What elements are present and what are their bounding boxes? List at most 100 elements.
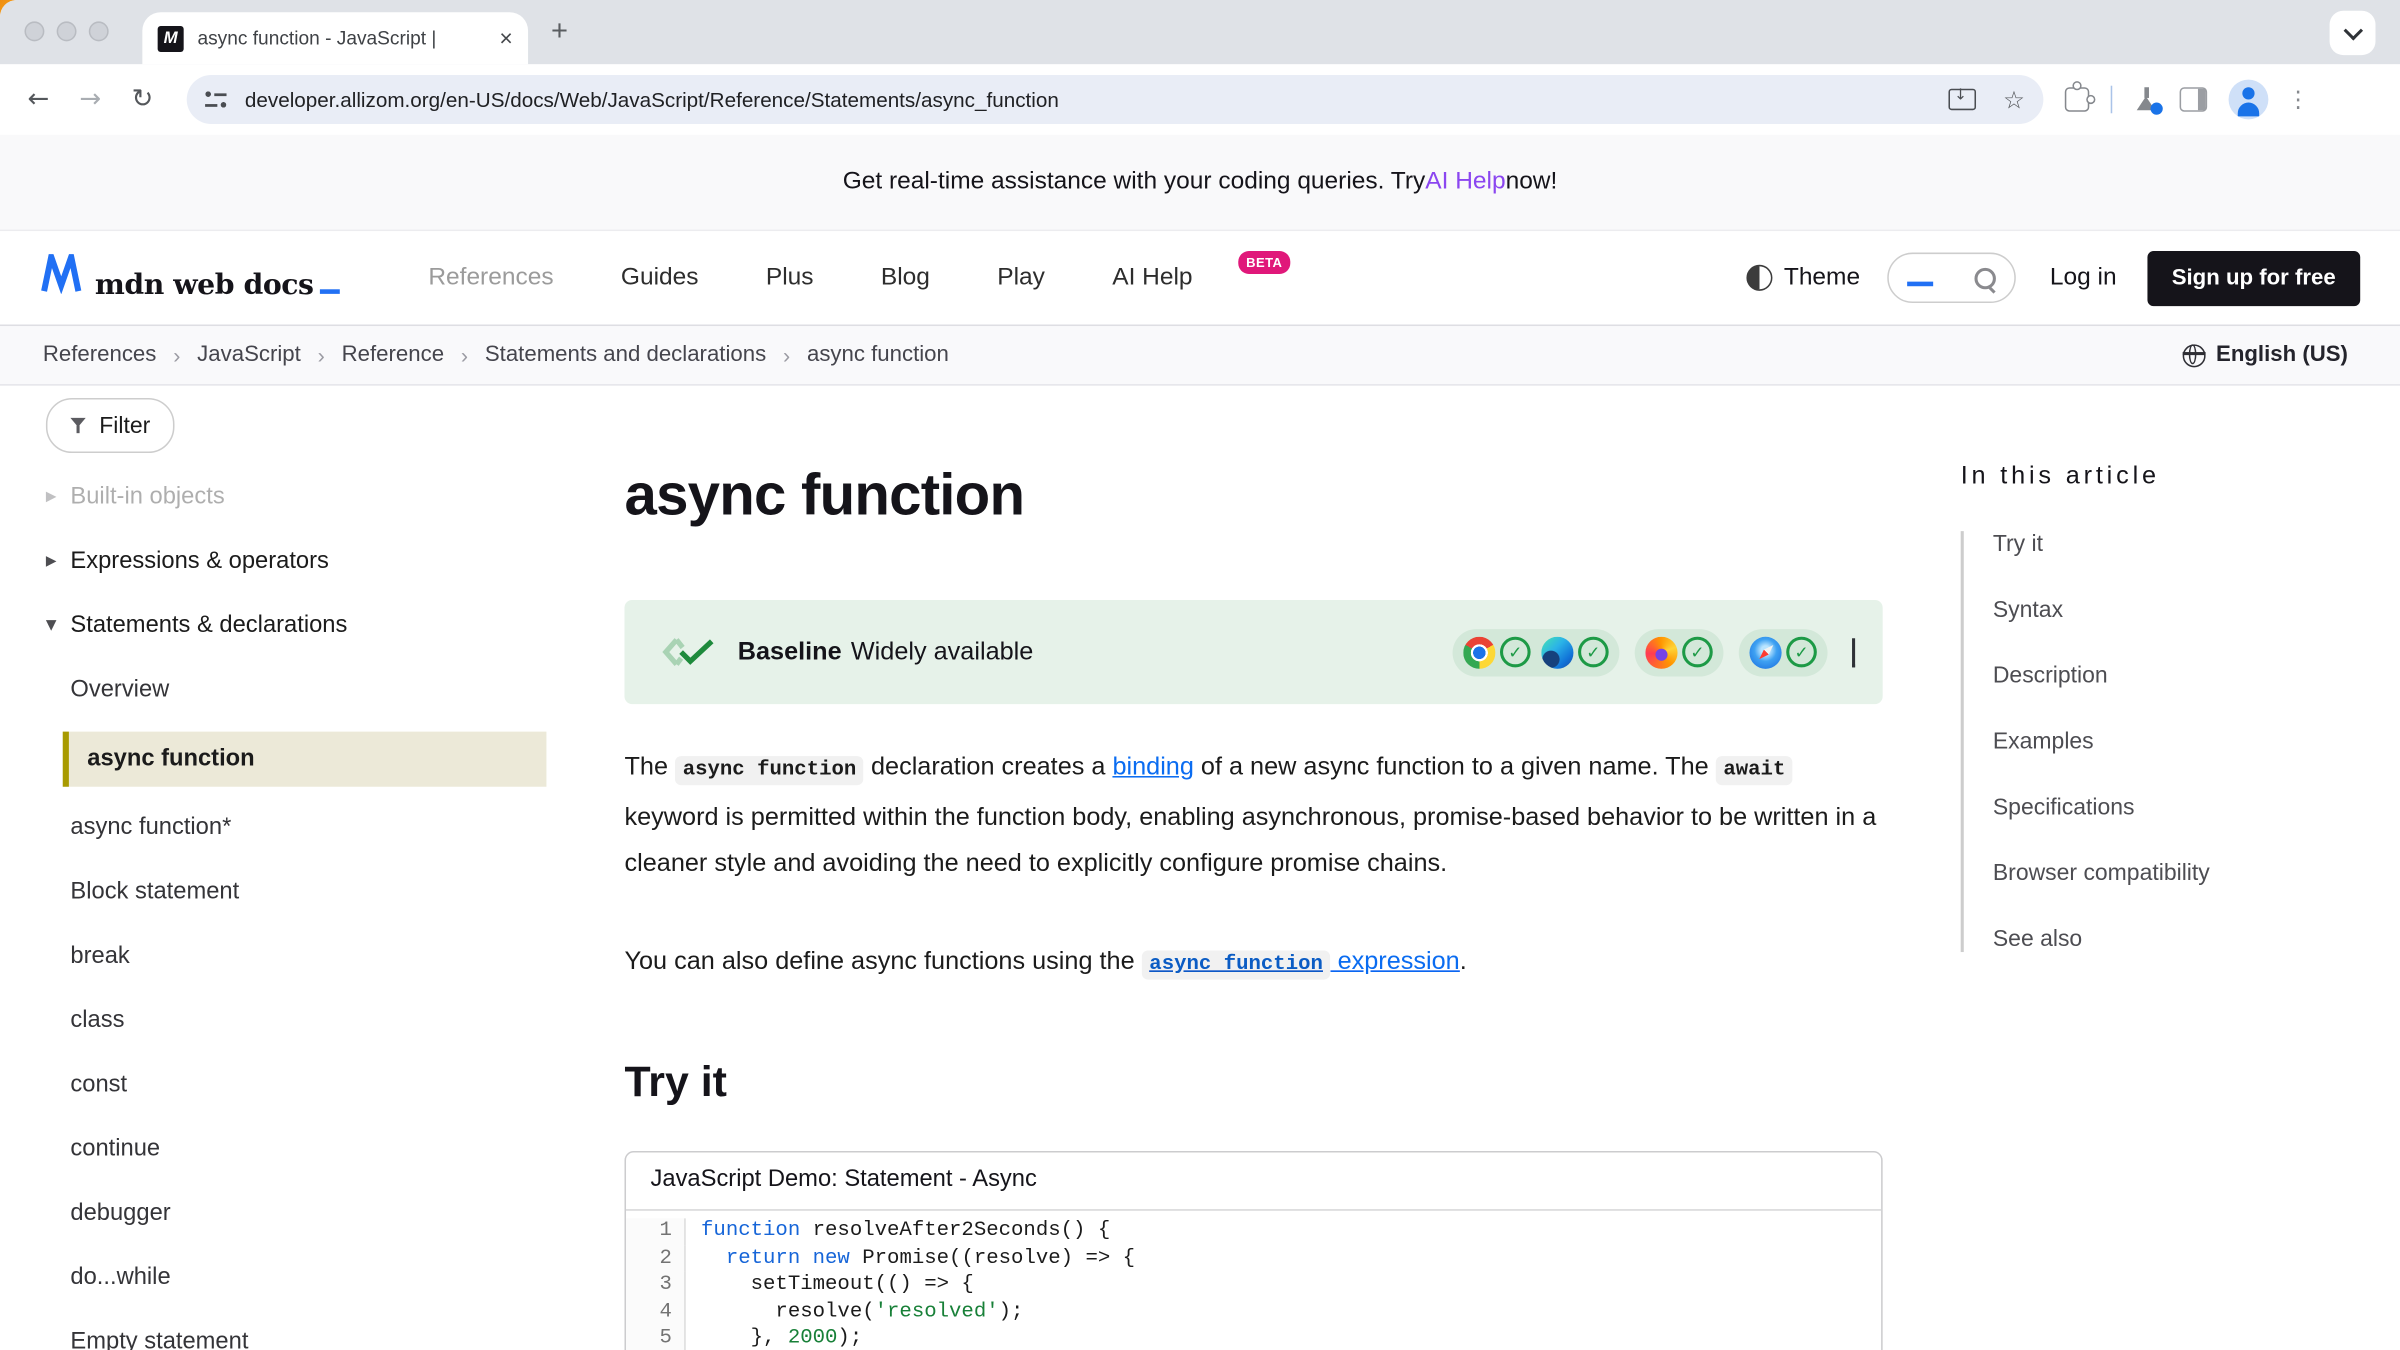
maximize-window-icon[interactable] — [89, 21, 109, 41]
toc-link[interactable]: Description — [1993, 663, 2374, 689]
sidebar-item[interactable]: Block statement — [46, 860, 547, 924]
tab-search-button[interactable] — [2330, 11, 2376, 55]
demo-code[interactable]: 1function resolveAfter2Seconds() {2 retu… — [626, 1211, 1881, 1350]
crumb-references[interactable]: References — [43, 343, 157, 367]
doc-sidebar: Filter ▶ Built-in objects ▶ Expressions … — [46, 398, 547, 1350]
mdn-logo[interactable]: mdn web docs — [40, 254, 340, 301]
sidebar-item[interactable]: continue — [46, 1117, 547, 1181]
disclosure-arrow-icon: ▶ — [46, 554, 70, 569]
site-settings-icon[interactable] — [205, 89, 226, 110]
supported-check-icon: ✓ — [1500, 637, 1531, 668]
address-bar[interactable]: developer.allizom.org/en-US/docs/Web/Jav… — [187, 75, 2044, 124]
baseline-status: BaselineWidely available — [738, 637, 1034, 666]
language-switcher[interactable]: English (US) — [2182, 343, 2348, 367]
code-line: 2 return new Promise((resolve) => { — [626, 1245, 1881, 1272]
intro-paragraph: The async function declaration creates a… — [624, 744, 1882, 886]
line-number: 4 — [626, 1299, 686, 1326]
toc-list: Try it Syntax Description Examples Speci… — [1961, 531, 2374, 952]
reload-icon[interactable]: ↻ — [116, 84, 168, 115]
crumb-reference[interactable]: Reference — [342, 343, 444, 367]
toc-link[interactable]: Browser compatibility — [1993, 860, 2374, 886]
sidebar-item[interactable]: ▶ Expressions & operators — [46, 530, 547, 594]
url-text[interactable]: developer.allizom.org/en-US/docs/Web/Jav… — [245, 88, 1948, 111]
sidebar-item[interactable]: async function — [63, 732, 547, 787]
async-function-expression-link[interactable]: async function expression — [1142, 947, 1460, 975]
firefox-support-pill: ✓ — [1635, 628, 1724, 675]
browser-menu-icon[interactable]: ⋮ — [2287, 86, 2310, 114]
code-line: 5 }, 2000); — [626, 1326, 1881, 1350]
close-tab-icon[interactable]: × — [499, 25, 512, 51]
theme-button[interactable]: Theme — [1747, 264, 1860, 292]
forward-icon[interactable]: → — [64, 84, 116, 115]
baseline-icon — [661, 635, 716, 669]
notification-dot — [2151, 103, 2163, 115]
breadcrumb-separator-icon: › — [783, 343, 790, 367]
breadcrumb: References› JavaScript› Reference› State… — [43, 343, 949, 367]
install-app-icon[interactable] — [1948, 89, 1976, 110]
toc-link[interactable]: Specifications — [1993, 794, 2374, 820]
binding-link[interactable]: binding — [1112, 753, 1193, 781]
toc-link[interactable]: Syntax — [1993, 597, 2374, 623]
profile-avatar[interactable] — [2229, 80, 2269, 120]
bookmark-star-icon[interactable]: ☆ — [2003, 85, 2025, 114]
nav-play[interactable]: Play — [997, 264, 1045, 292]
extensions-puzzle-icon[interactable] — [2065, 87, 2089, 111]
new-tab-icon[interactable]: + — [551, 12, 568, 52]
experiments-flask-icon[interactable] — [2134, 87, 2158, 111]
crumb-statements[interactable]: Statements and declarations — [485, 343, 766, 367]
crumb-javascript[interactable]: JavaScript — [197, 343, 301, 367]
signup-button[interactable]: Sign up for free — [2147, 250, 2360, 305]
browser-tab[interactable]: M async function - JavaScript | × — [142, 12, 528, 64]
baseline-banner: BaselineWidely available ✓ ✓ ✓ ✓ — [624, 600, 1882, 704]
chevron-down-icon — [2343, 21, 2362, 40]
sidebar-item[interactable]: do...while — [46, 1246, 547, 1310]
second-paragraph: You can also define async functions usin… — [624, 938, 1882, 989]
code-line: 3 setTimeout(() => { — [626, 1272, 1881, 1299]
sidebar-item[interactable]: async function* — [46, 796, 547, 860]
safari-support: ✓ — [1749, 636, 1816, 668]
nav-ai-help[interactable]: AI HelpBETA — [1112, 264, 1244, 292]
toc-link[interactable]: See also — [1993, 926, 2374, 952]
toc-link[interactable]: Try it — [1993, 531, 2374, 557]
sidebar-item[interactable]: break — [46, 924, 547, 988]
firefox-icon — [1645, 636, 1677, 668]
sidebar-item[interactable]: Empty statement — [46, 1310, 547, 1350]
nav-guides[interactable]: Guides — [621, 264, 699, 292]
inline-code: async function — [675, 756, 864, 785]
page-title: async function — [624, 462, 1882, 529]
tab-title: async function - JavaScript | — [197, 28, 490, 49]
beta-badge: BETA — [1238, 251, 1290, 274]
mdn-underscore-icon — [320, 289, 340, 294]
sidebar-item[interactable]: ▼ Statements & declarations — [46, 594, 547, 658]
close-window-icon[interactable] — [24, 21, 44, 41]
sidebar-item[interactable]: Overview — [46, 658, 547, 722]
site-header: mdn web docs References Guides Plus Blog… — [0, 231, 2400, 324]
inline-code: await — [1716, 756, 1793, 785]
toolbar-divider — [2111, 86, 2113, 114]
search-input[interactable] — [1888, 253, 2017, 304]
nav-plus[interactable]: Plus — [766, 264, 814, 292]
sidebar-item[interactable]: class — [46, 989, 547, 1053]
text-caret — [1908, 281, 1934, 286]
edge-support: ✓ — [1541, 636, 1608, 668]
back-icon[interactable]: ← — [12, 84, 64, 115]
page-content: Filter ▶ Built-in objects ▶ Expressions … — [0, 386, 2400, 1350]
sidebar-item[interactable]: debugger — [46, 1182, 547, 1246]
safari-support-pill: ✓ — [1739, 628, 1828, 675]
login-link[interactable]: Log in — [2050, 264, 2117, 292]
toc-link[interactable]: Examples — [1993, 729, 2374, 755]
nav-references[interactable]: References — [428, 264, 553, 292]
breadcrumb-separator-icon: › — [173, 343, 180, 367]
side-panel-icon[interactable] — [2180, 87, 2208, 111]
disclosure-arrow-icon: ▼ — [46, 618, 70, 633]
nav-blog[interactable]: Blog — [881, 264, 930, 292]
search-icon — [1975, 267, 1996, 288]
ai-help-link[interactable]: AI Help — [1425, 168, 1505, 196]
minimize-window-icon[interactable] — [57, 21, 77, 41]
mdn-m-icon — [40, 254, 83, 294]
line-number: 2 — [626, 1245, 686, 1272]
baseline-expand-button[interactable] — [1852, 638, 1855, 666]
sidebar-item[interactable]: ▶ Built-in objects — [46, 465, 547, 529]
sidebar-item[interactable]: const — [46, 1053, 547, 1117]
filter-button[interactable]: Filter — [46, 398, 175, 453]
